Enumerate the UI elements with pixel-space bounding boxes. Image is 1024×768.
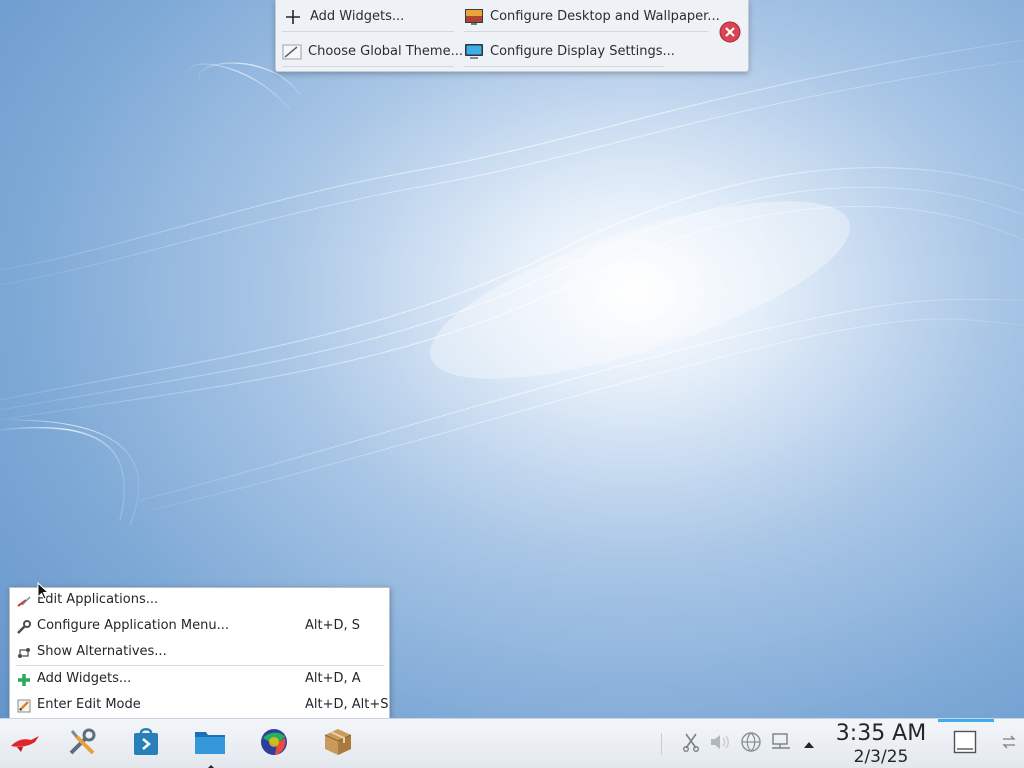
- alternatives-icon: [16, 645, 32, 661]
- menu-item-add-widgets[interactable]: Add Widgets... Alt+D, A: [10, 667, 389, 693]
- display-settings-label: Configure Display Settings...: [490, 44, 675, 59]
- menu-item-configure-menu[interactable]: Configure Application Menu... Alt+D, S: [10, 614, 389, 640]
- panel-highlight: [938, 719, 994, 722]
- expand-tray-icon: [803, 735, 815, 754]
- discover-store-icon: [132, 727, 160, 761]
- pencil-icon: [16, 698, 32, 714]
- clock-date: 2/3/25: [853, 747, 909, 767]
- menu-item-shortcut: Alt+D, Alt+S: [305, 697, 389, 712]
- system-settings-launcher[interactable]: [64, 726, 100, 762]
- menu-item-edit-applications[interactable]: Edit Applications...: [10, 588, 389, 614]
- launcher-context-menu: Edit Applications... Configure Applicati…: [9, 587, 390, 719]
- discover-store-launcher[interactable]: [128, 726, 164, 762]
- application-launcher-button[interactable]: [7, 726, 43, 762]
- add-widgets-button[interactable]: Add Widgets...: [282, 2, 454, 32]
- network-icon: [740, 731, 762, 757]
- menu-item-label: Enter Edit Mode: [37, 697, 141, 712]
- menu-separator: [16, 665, 384, 666]
- configure-desktop-label: Configure Desktop and Wallpaper...: [490, 9, 720, 24]
- package-icon: [323, 727, 353, 761]
- tray-separator: [661, 733, 662, 755]
- menu-item-shortcut: Alt+D, S: [305, 618, 361, 633]
- mouse-cursor-icon: [37, 582, 49, 600]
- expand-tray-button[interactable]: [797, 732, 821, 756]
- clock-time: 3:35 AM: [835, 721, 927, 746]
- web-browser-launcher[interactable]: [256, 726, 292, 762]
- display-icon: [770, 732, 792, 756]
- plus-icon: [16, 672, 32, 688]
- global-theme-label: Choose Global Theme...: [308, 44, 463, 59]
- menu-item-label: Show Alternatives...: [37, 644, 167, 659]
- choose-global-theme-button[interactable]: Choose Global Theme...: [282, 37, 463, 67]
- digital-clock[interactable]: 3:35 AM 2/3/25: [828, 721, 934, 768]
- file-manager-launcher[interactable]: [192, 726, 228, 762]
- volume-tray-button[interactable]: [708, 732, 732, 756]
- clipboard-icon: [681, 732, 701, 756]
- plus-icon: [282, 6, 304, 28]
- configure-display-button[interactable]: Configure Display Settings...: [464, 37, 675, 67]
- file-manager-icon: [194, 728, 226, 760]
- panel-options-icon: [1001, 734, 1017, 754]
- menu-item-show-alternatives[interactable]: Show Alternatives...: [10, 640, 389, 666]
- show-desktop-button[interactable]: [953, 730, 977, 758]
- close-icon: [719, 21, 741, 47]
- add-widgets-label: Add Widgets...: [310, 9, 405, 24]
- desktop[interactable]: Add Widgets... Configure Desktop and Wal…: [0, 0, 1024, 768]
- edit-mode-toolbar: Add Widgets... Configure Desktop and Wal…: [275, 0, 749, 72]
- application-launcher-icon: [9, 730, 41, 758]
- package-launcher[interactable]: [320, 726, 356, 762]
- menu-item-label: Configure Application Menu...: [37, 618, 229, 633]
- volume-icon: [709, 732, 731, 756]
- show-desktop-icon: [953, 730, 977, 758]
- configure-desktop-button[interactable]: Configure Desktop and Wallpaper...: [464, 2, 720, 32]
- menu-item-label: Add Widgets...: [37, 671, 132, 686]
- close-edit-mode-button[interactable]: [717, 21, 743, 47]
- wrench-icon: [16, 619, 32, 635]
- monitor-icon: [464, 41, 484, 63]
- network-tray-button[interactable]: [739, 732, 763, 756]
- wallpaper-icon: [464, 6, 484, 28]
- edit-applications-icon: [16, 593, 32, 609]
- menu-item-label: Edit Applications...: [37, 592, 159, 607]
- display-tray-button[interactable]: [769, 732, 793, 756]
- menu-item-shortcut: Alt+D, A: [305, 671, 361, 686]
- taskbar-panel: 3:35 AM 2/3/25: [0, 718, 1024, 768]
- menu-item-enter-edit-mode[interactable]: Enter Edit Mode Alt+D, Alt+S: [10, 693, 389, 719]
- web-browser-icon: [259, 727, 289, 761]
- clipboard-tray-button[interactable]: [679, 732, 703, 756]
- theme-icon: [282, 41, 302, 63]
- panel-options-button[interactable]: [997, 732, 1021, 756]
- system-settings-icon: [66, 726, 98, 762]
